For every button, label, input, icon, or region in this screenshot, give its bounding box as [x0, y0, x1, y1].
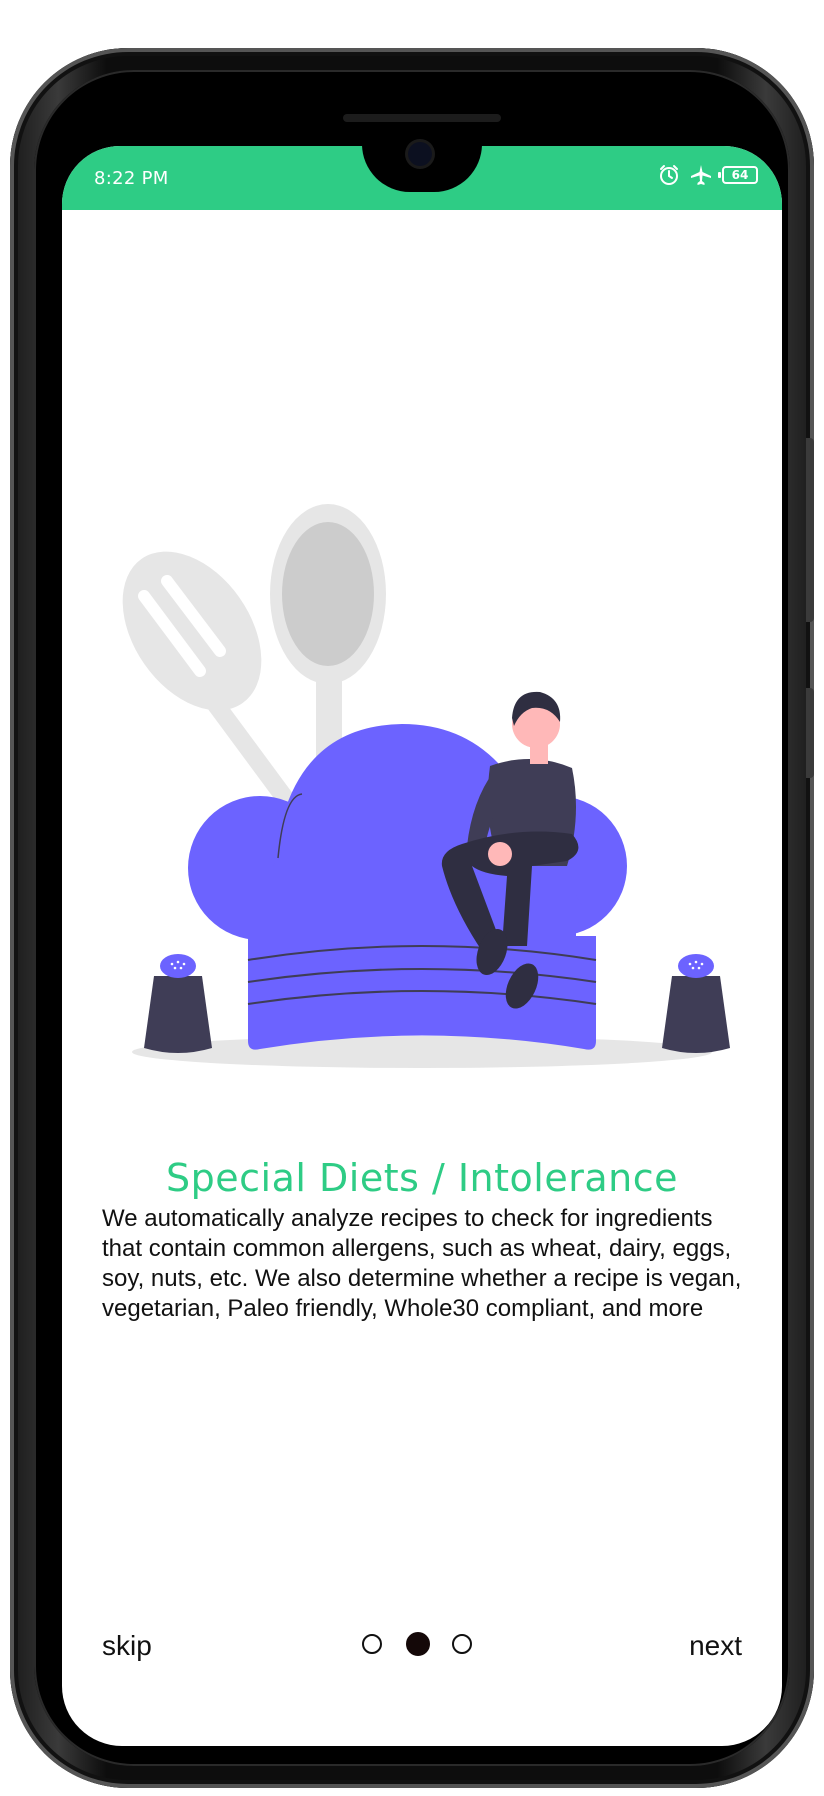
skip-button[interactable]: skip — [102, 1630, 152, 1662]
app-screen: 8:22 PM 64 Special Diets / Intolerance W… — [62, 146, 782, 1746]
ground-shadow — [132, 1036, 712, 1068]
next-button[interactable]: next — [689, 1630, 742, 1662]
slide-description: We automatically analyze recipes to chec… — [102, 1205, 742, 1322]
alarm-icon — [658, 164, 680, 186]
speaker-grille — [343, 114, 501, 122]
front-camera — [408, 142, 432, 166]
salt-shaker-icon — [144, 954, 212, 1053]
battery-icon: 64 — [718, 166, 758, 184]
power-button — [806, 688, 814, 778]
status-icons: 64 — [658, 164, 758, 186]
phone-frame: 8:22 PM 64 Special Diets / Intolerance W… — [10, 48, 814, 1788]
page-dot-1[interactable] — [362, 1634, 382, 1654]
fork-icon — [122, 551, 302, 816]
slide-title: Special Diets / Intolerance — [166, 1156, 678, 1200]
airplane-mode-icon — [690, 164, 712, 186]
page-dot-3[interactable] — [452, 1634, 472, 1654]
pepper-shaker-icon — [662, 954, 730, 1053]
status-time: 8:22 PM — [94, 168, 169, 189]
chef-hat-illustration — [122, 504, 730, 1068]
onboarding-nav: skip next — [62, 1618, 782, 1678]
page-indicator — [362, 1632, 502, 1662]
page-dot-2-active[interactable] — [406, 1632, 430, 1656]
volume-button — [806, 438, 814, 622]
